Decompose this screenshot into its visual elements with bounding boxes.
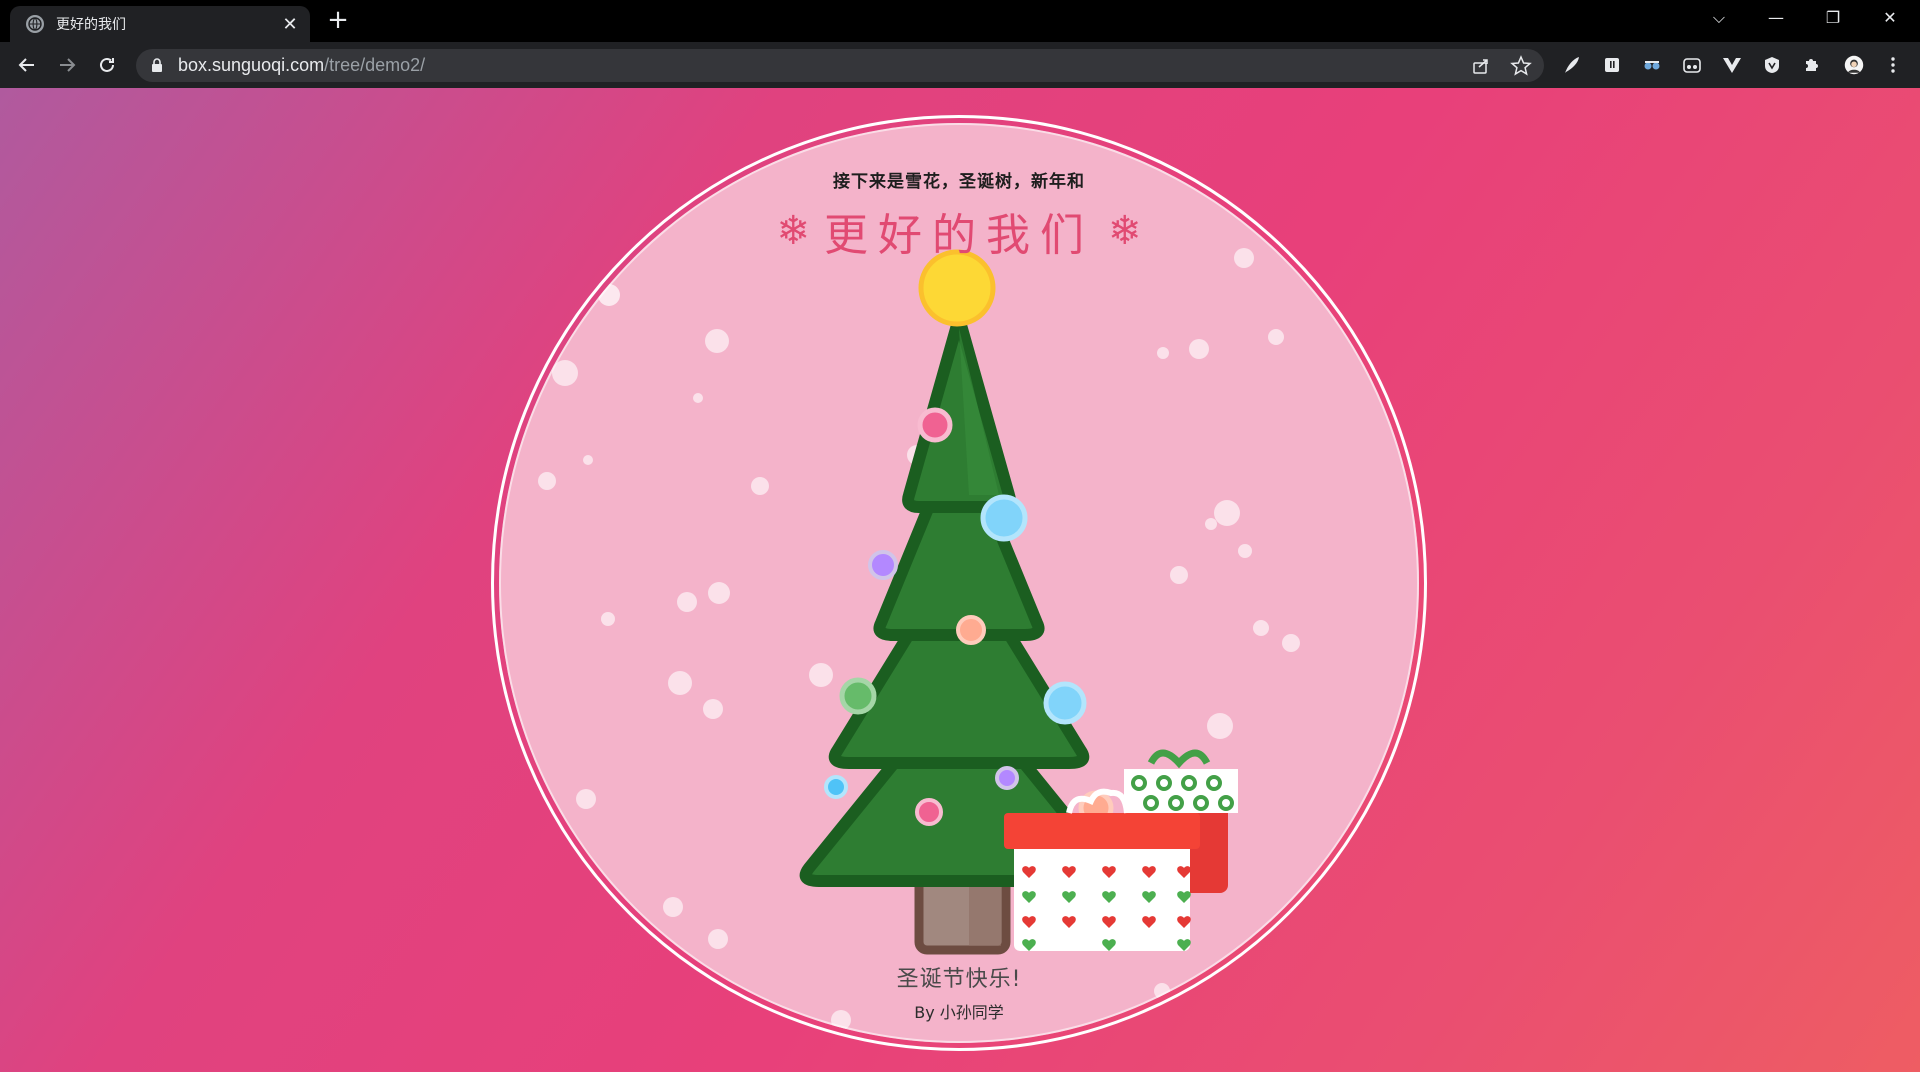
tab-title: 更好的我们 bbox=[56, 17, 126, 33]
snowflake bbox=[583, 455, 593, 465]
snowflake bbox=[693, 393, 703, 403]
tab-search-icon[interactable]: ⌵ bbox=[1694, 0, 1744, 38]
extensions-puzzle-icon[interactable] bbox=[1801, 54, 1823, 76]
snowflake bbox=[1253, 620, 1269, 636]
browser-tab[interactable]: 更好的我们 ✕ bbox=[10, 6, 310, 42]
snowflake bbox=[601, 612, 615, 626]
back-button[interactable] bbox=[12, 50, 42, 80]
minimize-button[interactable]: — bbox=[1751, 0, 1801, 38]
snowflake bbox=[552, 360, 578, 386]
lock-icon bbox=[152, 58, 162, 72]
address-bar[interactable]: box.sunguoqi.com/tree/demo2/ bbox=[136, 49, 1544, 82]
feather-extension-icon[interactable] bbox=[1561, 54, 1583, 76]
ornament-green bbox=[839, 677, 877, 715]
page-background: 接下来是雪花，圣诞树，新年和 ❄ 更好的我们 ❄ 圣诞节快乐! By 小孙同学 bbox=[0, 88, 1920, 1072]
reload-button[interactable] bbox=[92, 50, 122, 80]
gift-front-body bbox=[1014, 843, 1190, 951]
ornament-blue bbox=[1043, 681, 1087, 725]
tab-close-icon[interactable]: ✕ bbox=[280, 14, 300, 35]
profile-avatar[interactable] bbox=[1841, 52, 1867, 78]
page-title: ❄ 更好的我们 ❄ bbox=[499, 199, 1419, 263]
shield-extension-icon[interactable] bbox=[1761, 54, 1783, 76]
kebab-menu-icon[interactable] bbox=[1882, 54, 1904, 76]
close-window-button[interactable]: ✕ bbox=[1865, 0, 1915, 38]
snowflake bbox=[576, 789, 596, 809]
snowflake bbox=[1282, 634, 1300, 652]
url-text: box.sunguoqi.com/tree/demo2/ bbox=[178, 55, 425, 76]
snowflake-icon: ❄ bbox=[776, 208, 810, 254]
snowflake bbox=[705, 329, 729, 353]
snowflake bbox=[703, 699, 723, 719]
browser-toolbar: box.sunguoqi.com/tree/demo2/ bbox=[0, 42, 1920, 88]
reload-icon bbox=[100, 57, 114, 72]
restore-button[interactable]: ❐ bbox=[1808, 0, 1858, 38]
glasses-extension-icon[interactable] bbox=[1641, 54, 1663, 76]
snowflake bbox=[538, 472, 556, 490]
snowflake bbox=[1268, 329, 1284, 345]
new-tab-button[interactable]: + bbox=[325, 7, 351, 34]
ornament-blue bbox=[824, 775, 848, 799]
snowflake bbox=[1205, 518, 1217, 530]
vue-devtools-icon[interactable] bbox=[1721, 54, 1743, 76]
arrow-right-icon bbox=[60, 58, 76, 72]
ornament-purple bbox=[868, 550, 898, 580]
snowflake bbox=[708, 582, 730, 604]
mask-extension-icon[interactable] bbox=[1681, 54, 1703, 76]
ornament-purple bbox=[995, 766, 1019, 790]
share-icon[interactable] bbox=[1470, 55, 1492, 77]
tree bbox=[799, 312, 1119, 887]
ornament-orange bbox=[956, 615, 986, 645]
gift-box-front bbox=[1004, 788, 1200, 951]
arrow-left-icon bbox=[18, 58, 34, 72]
snowflake-icon: ❄ bbox=[1108, 208, 1142, 254]
page-subtitle: 接下来是雪花，圣诞树，新年和 bbox=[833, 172, 1085, 192]
tab-strip: 更好的我们 ✕ + ⌵ — ❐ ✕ bbox=[0, 0, 1920, 42]
snowflake bbox=[1238, 544, 1252, 558]
forward-button[interactable] bbox=[52, 50, 82, 80]
ornament-pink bbox=[915, 798, 943, 826]
snowflake bbox=[708, 929, 728, 949]
snowflake bbox=[1157, 347, 1169, 359]
snowflake bbox=[1170, 566, 1188, 584]
snowflake bbox=[668, 671, 692, 695]
snow-globe-inner: 接下来是雪花，圣诞树，新年和 ❄ 更好的我们 ❄ 圣诞节快乐! By 小孙同学 bbox=[499, 123, 1419, 1043]
pause-extension-icon[interactable] bbox=[1601, 54, 1623, 76]
gift-front-lid bbox=[1004, 813, 1200, 849]
snowflake bbox=[598, 284, 620, 306]
bookmark-star-icon[interactable] bbox=[1510, 55, 1532, 77]
url-host: box.sunguoqi.com bbox=[178, 55, 325, 75]
ornament-pink bbox=[917, 407, 953, 443]
gift-back-bow bbox=[1147, 749, 1211, 769]
snowflake bbox=[1207, 713, 1233, 739]
snowflake bbox=[1214, 500, 1240, 526]
url-path: /tree/demo2/ bbox=[324, 55, 426, 75]
author-credit: By 小孙同学 bbox=[914, 1003, 1004, 1022]
snowflake bbox=[751, 477, 769, 495]
ornament-blue bbox=[980, 494, 1028, 542]
snow-globe: 接下来是雪花，圣诞树，新年和 ❄ 更好的我们 ❄ 圣诞节快乐! By 小孙同学 bbox=[491, 115, 1427, 1051]
globe-icon bbox=[26, 15, 44, 33]
snowflake bbox=[663, 897, 683, 917]
snowflake bbox=[677, 592, 697, 612]
snowflake bbox=[809, 663, 833, 687]
snowflake bbox=[1189, 339, 1209, 359]
greeting-text: 圣诞节快乐! bbox=[896, 967, 1022, 992]
page-title-text: 更好的我们 bbox=[824, 210, 1094, 261]
